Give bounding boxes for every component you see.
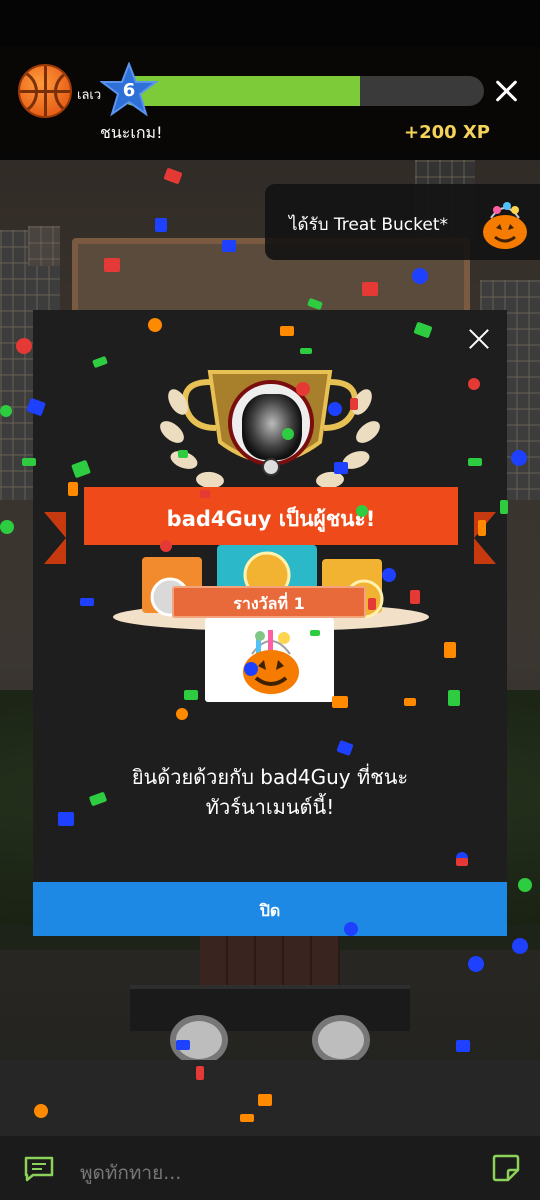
confetti-piece [58, 812, 74, 826]
close-button-label[interactable]: ปิด [33, 899, 507, 924]
confetti-piece [518, 878, 532, 892]
confetti-piece [362, 282, 378, 296]
confetti-piece [80, 598, 94, 606]
wheel [312, 1015, 370, 1065]
brick-wall [200, 930, 340, 990]
confetti-piece [468, 458, 482, 466]
confetti-piece [296, 382, 310, 396]
prize-label: รางวัลที่ 1 [233, 594, 305, 613]
confetti-piece [0, 405, 12, 417]
confetti-piece [448, 690, 460, 706]
confetti-piece [0, 520, 14, 534]
confetti-piece [244, 662, 258, 676]
confetti-piece [500, 500, 508, 514]
confetti-piece [404, 698, 416, 706]
confetti-piece [16, 338, 32, 354]
status-bar [0, 0, 540, 46]
confetti-piece [478, 520, 486, 536]
hoop-stand [130, 985, 410, 1031]
confetti-piece [104, 258, 120, 272]
win-text: ชนะเกม! [100, 123, 163, 142]
confetti-piece [258, 1094, 272, 1106]
skull-badge [262, 458, 280, 476]
confetti-piece [334, 462, 348, 474]
confetti-piece [300, 348, 312, 354]
basketball-icon [18, 64, 72, 118]
confetti-piece [468, 956, 484, 972]
sticker-icon[interactable] [492, 1154, 520, 1182]
level-number: 6 [122, 80, 136, 101]
confetti-piece [222, 240, 236, 252]
confetti-piece [382, 568, 396, 582]
banner-tail [44, 512, 66, 564]
confetti-piece [512, 938, 528, 954]
confetti-piece [356, 505, 368, 517]
confetti-piece [280, 326, 294, 336]
confetti-piece [456, 858, 468, 866]
reward-toast: ได้รับ Treat Bucket* [265, 184, 540, 260]
confetti-piece [328, 402, 342, 416]
confetti-piece [444, 642, 456, 658]
congrats-line-2: ทัวร์นาเมนต์นี้! [205, 795, 335, 819]
confetti-piece [176, 708, 188, 720]
confetti-piece [34, 1104, 48, 1118]
confetti-piece [200, 490, 210, 498]
congrats-message: ยินด้วยด้วยกับ bad4Guy ที่ชนะ ทัวร์นาเมน… [60, 762, 480, 822]
treat-bucket-icon [243, 630, 299, 694]
modal-close-icon[interactable] [467, 326, 493, 352]
confetti-piece [178, 450, 188, 458]
confetti-piece [196, 1066, 204, 1080]
congrats-line-1: ยินด้วยด้วยกับ bad4Guy ที่ชนะ [131, 765, 409, 789]
confetti-piece [332, 696, 348, 708]
confetti-piece [22, 458, 36, 466]
xp-gain: +200 XP [404, 122, 490, 143]
confetti-piece [410, 590, 420, 604]
confetti-piece [282, 428, 294, 440]
confetti-piece [160, 540, 172, 552]
winner-banner-text: bad4Guy เป็นผู้ชนะ! [166, 507, 376, 531]
confetti-piece [468, 378, 480, 390]
confetti-piece [344, 922, 358, 936]
confetti-piece [350, 398, 358, 410]
confetti-piece [310, 630, 320, 636]
confetti-piece [511, 450, 527, 466]
level-label: เลเว [77, 88, 102, 103]
treat-bucket-icon [483, 202, 527, 249]
chat-input[interactable]: พูดทักทาย... [80, 1158, 181, 1188]
confetti-piece [368, 598, 376, 610]
xp-progress-bar [120, 76, 484, 106]
chat-icon[interactable] [24, 1156, 54, 1182]
reward-toast-text: ได้รับ Treat Bucket* [289, 215, 449, 235]
confetti-piece [68, 482, 78, 496]
confetti-piece [176, 1040, 190, 1050]
confetti-piece [184, 690, 198, 700]
confetti-piece [456, 1040, 470, 1052]
building [28, 226, 60, 266]
confetti-piece [240, 1114, 254, 1122]
confetti-piece [155, 218, 167, 232]
hud-close-icon[interactable] [493, 76, 521, 106]
